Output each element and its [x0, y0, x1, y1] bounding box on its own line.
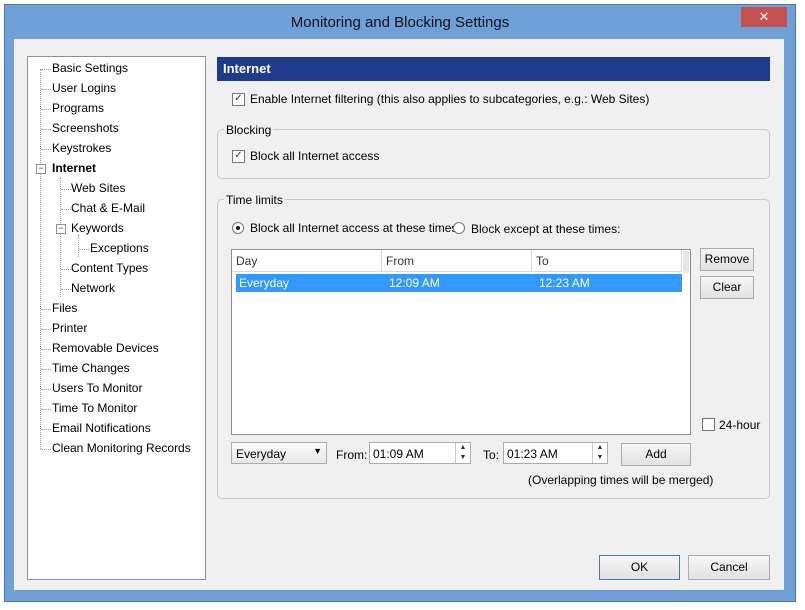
to-label: To:	[483, 448, 500, 462]
tree-line	[61, 289, 71, 290]
tree-item-basic-settings[interactable]: Basic Settings	[52, 61, 128, 75]
tree-item-time-changes[interactable]: Time Changes	[52, 361, 130, 375]
tree-item-chat-email[interactable]: Chat & E-Mail	[71, 201, 145, 215]
tree-item-keywords[interactable]: Keywords	[71, 221, 124, 235]
title-bar[interactable]: Monitoring and Blocking Settings ✕	[5, 5, 795, 39]
spin-down-icon[interactable]: ▼	[456, 453, 470, 463]
cancel-button[interactable]: Cancel	[688, 555, 770, 580]
tree-line	[60, 177, 61, 297]
blocking-group-title: Blocking	[224, 123, 274, 137]
tree-item-screenshots[interactable]: Screenshots	[52, 121, 119, 135]
table-row[interactable]: Everyday 12:09 AM 12:23 AM	[236, 274, 682, 292]
tree-line	[41, 89, 51, 90]
close-button[interactable]: ✕	[741, 7, 787, 27]
tree-line	[41, 309, 51, 310]
category-tree[interactable]: Basic Settings User Logins Programs Scre…	[27, 56, 206, 580]
tree-line	[41, 429, 51, 430]
spin-up-icon[interactable]: ▲	[593, 443, 607, 453]
settings-window: Monitoring and Blocking Settings ✕ Basic…	[4, 4, 796, 602]
block-all-checkbox[interactable]: ✓	[232, 150, 245, 163]
block-all-label[interactable]: Block all Internet access	[250, 149, 379, 163]
tree-line	[40, 69, 41, 449]
collapse-keywords-icon[interactable]: −	[56, 224, 66, 234]
spin-down-icon[interactable]: ▼	[593, 453, 607, 463]
time-limits-group-title: Time limits	[224, 193, 285, 207]
tree-line	[61, 189, 71, 190]
block-at-times-label[interactable]: Block all Internet access at these times…	[250, 221, 461, 235]
to-time-value: 01:23 AM	[507, 447, 558, 461]
block-except-radio[interactable]	[453, 222, 465, 234]
list-scrollbar[interactable]	[683, 251, 689, 273]
tree-item-exceptions[interactable]: Exceptions	[90, 241, 149, 255]
tree-item-email-notifications[interactable]: Email Notifications	[52, 421, 151, 435]
tree-line	[41, 389, 51, 390]
panel-header: Internet	[217, 57, 770, 81]
dialog-client-area: Basic Settings User Logins Programs Scre…	[14, 39, 784, 590]
column-header-to[interactable]: To	[532, 250, 682, 272]
tree-item-web-sites[interactable]: Web Sites	[71, 181, 125, 195]
24-hour-checkbox[interactable]	[702, 418, 715, 431]
from-time-input[interactable]: 01:09 AM ▲ ▼	[369, 442, 471, 464]
add-button[interactable]: Add	[621, 443, 691, 466]
remove-button[interactable]: Remove	[700, 248, 754, 271]
time-limits-list[interactable]: Day From To Everyday 12:09 AM 12:23 AM	[231, 249, 691, 435]
chevron-down-icon: ▼	[313, 446, 322, 456]
collapse-internet-icon[interactable]: −	[36, 164, 46, 174]
tree-line	[41, 129, 51, 130]
tree-line	[61, 269, 71, 270]
row-from: 12:09 AM	[389, 276, 440, 290]
tree-line	[41, 149, 51, 150]
row-to: 12:23 AM	[539, 276, 590, 290]
ok-button[interactable]: OK	[599, 555, 680, 580]
tree-item-printer[interactable]: Printer	[52, 321, 87, 335]
column-header-from[interactable]: From	[382, 250, 532, 272]
tree-item-time-to-monitor[interactable]: Time To Monitor	[52, 401, 137, 415]
tree-item-users-to-monitor[interactable]: Users To Monitor	[52, 381, 142, 395]
tree-item-removable-devices[interactable]: Removable Devices	[52, 341, 159, 355]
tree-line	[41, 449, 51, 450]
block-at-times-radio[interactable]	[232, 222, 244, 234]
enable-filtering-checkbox[interactable]: ✓	[232, 93, 245, 106]
tree-line	[78, 235, 79, 257]
close-icon: ✕	[758, 9, 770, 24]
tree-line	[41, 369, 51, 370]
from-time-spinner[interactable]: ▲ ▼	[455, 443, 470, 463]
spin-up-icon[interactable]: ▲	[456, 443, 470, 453]
tree-item-internet[interactable]: Internet	[52, 161, 96, 175]
from-time-value: 01:09 AM	[373, 447, 424, 461]
day-select-value: Everyday	[236, 447, 287, 461]
tree-line	[41, 329, 51, 330]
window-title: Monitoring and Blocking Settings	[290, 14, 510, 31]
tree-item-programs[interactable]: Programs	[52, 101, 104, 115]
24-hour-label[interactable]: 24-hour	[719, 418, 760, 432]
tree-line	[79, 249, 89, 250]
tree-item-content-types[interactable]: Content Types	[71, 261, 148, 275]
tree-line	[41, 409, 51, 410]
to-time-spinner[interactable]: ▲ ▼	[592, 443, 607, 463]
row-day: Everyday	[239, 276, 290, 290]
tree-item-user-logins[interactable]: User Logins	[52, 81, 116, 95]
column-header-day[interactable]: Day	[232, 250, 382, 272]
tree-item-keystrokes[interactable]: Keystrokes	[52, 141, 111, 155]
tree-line	[41, 109, 51, 110]
tree-line	[41, 69, 51, 70]
tree-item-network[interactable]: Network	[71, 281, 115, 295]
day-select[interactable]: Everyday ▼	[231, 442, 327, 464]
to-time-input[interactable]: 01:23 AM ▲ ▼	[503, 442, 608, 464]
tree-line	[61, 209, 71, 210]
enable-filtering-label[interactable]: Enable Internet filtering (this also app…	[250, 92, 649, 106]
tree-item-files[interactable]: Files	[52, 301, 77, 315]
from-label: From:	[336, 448, 368, 462]
clear-button[interactable]: Clear	[700, 276, 754, 299]
block-except-label[interactable]: Block except at these times:	[471, 222, 620, 236]
tree-line	[41, 349, 51, 350]
tree-item-clean-monitoring-records[interactable]: Clean Monitoring Records	[52, 441, 191, 455]
overlap-note: (Overlapping times will be merged)	[528, 473, 714, 487]
